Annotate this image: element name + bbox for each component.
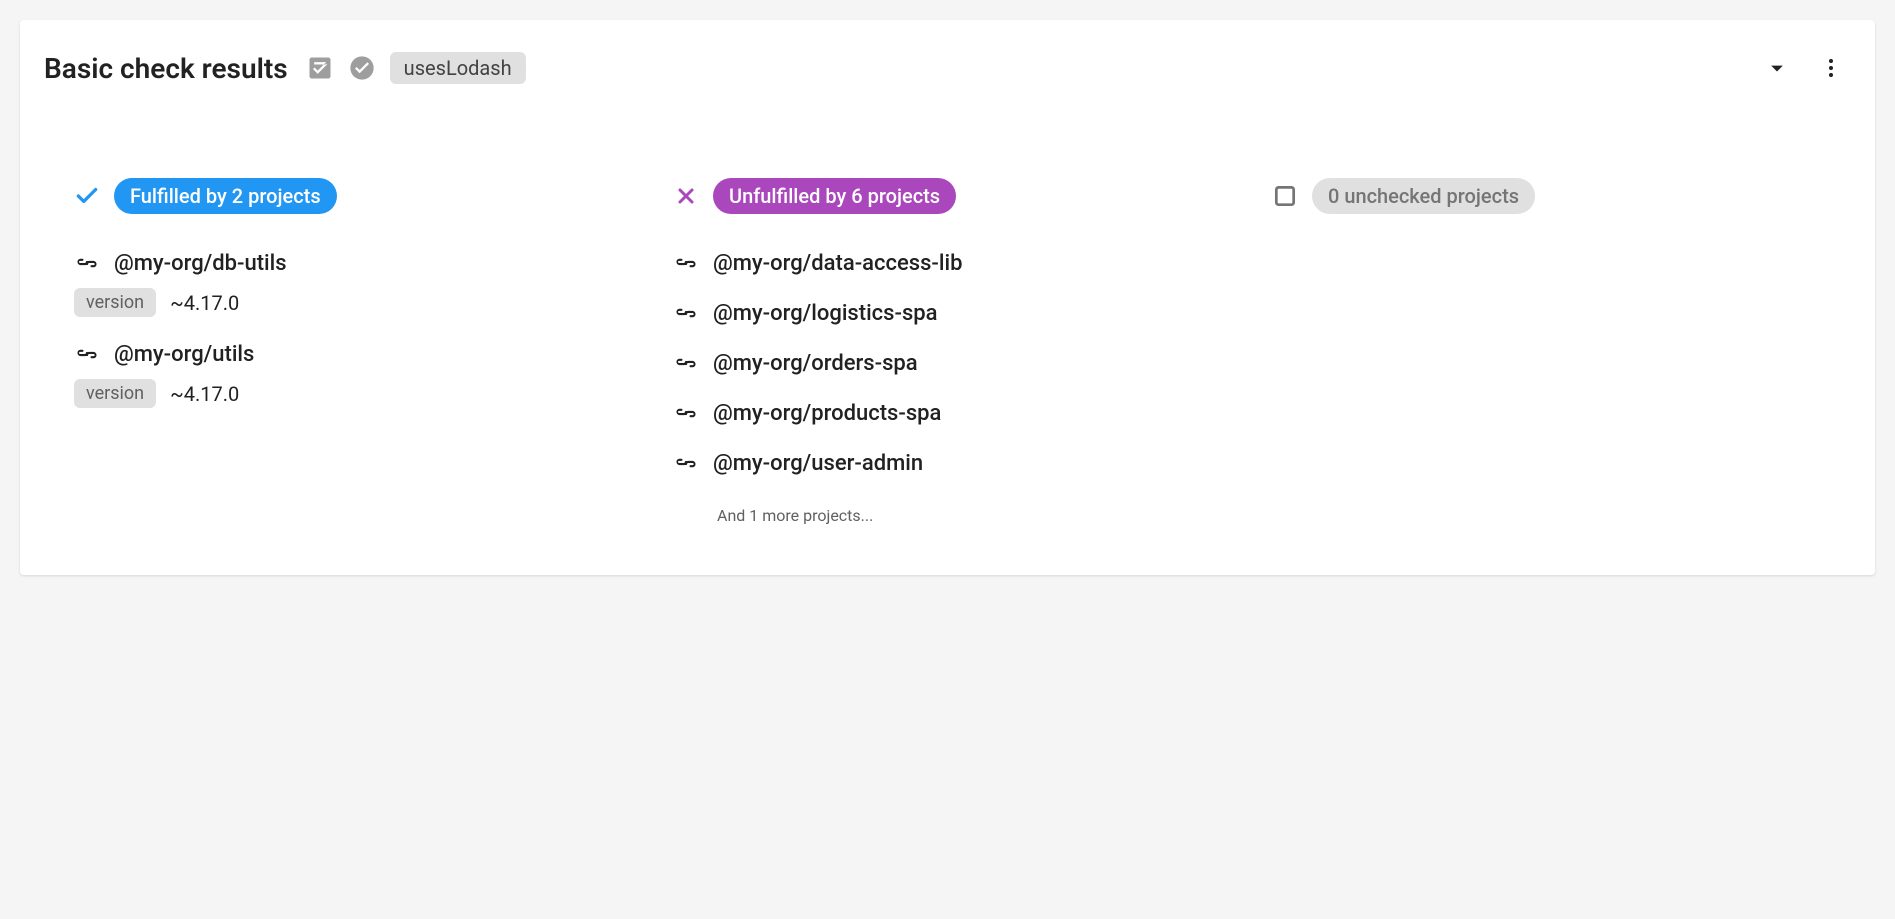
close-icon: [673, 183, 699, 209]
card-title: Basic check results: [44, 52, 292, 85]
project-item[interactable]: @my-org/products-spa: [673, 400, 1252, 426]
project-item[interactable]: @my-org/logistics-spa: [673, 300, 1252, 326]
fulfilled-badge: Fulfilled by 2 projects: [114, 178, 337, 214]
project-item[interactable]: @my-org/orders-spa: [673, 350, 1252, 376]
link-icon: [673, 400, 699, 426]
project-name: @my-org/utils: [114, 342, 254, 367]
chevron-down-icon: [1763, 54, 1791, 82]
link-icon: [673, 250, 699, 276]
check-results-card: Basic check results usesLodash: [20, 20, 1875, 575]
unfulfilled-badge: Unfulfilled by 6 projects: [713, 178, 956, 214]
unchecked-column: 0 unchecked projects: [1272, 178, 1851, 525]
more-menu-button[interactable]: [1811, 48, 1851, 88]
project-meta: version ~4.17.0: [74, 379, 653, 408]
project-name: @my-org/orders-spa: [713, 351, 918, 376]
link-icon: [74, 341, 100, 367]
project-item[interactable]: @my-org/utils: [74, 341, 653, 367]
checkbox-outline-icon: [1272, 183, 1298, 209]
version-value: ~4.17.0: [170, 382, 239, 406]
unfulfilled-column: Unfulfilled by 6 projects @my-org/data-a…: [673, 178, 1252, 525]
project-name: @my-org/user-admin: [713, 451, 923, 476]
check-icon: [74, 183, 100, 209]
project-meta: version ~4.17.0: [74, 288, 653, 317]
project-name: @my-org/products-spa: [713, 401, 941, 426]
link-icon: [673, 300, 699, 326]
verified-icon: [348, 54, 376, 82]
link-icon: [74, 250, 100, 276]
expand-toggle-button[interactable]: [1757, 48, 1797, 88]
more-vert-icon: [1819, 56, 1843, 80]
project-item[interactable]: @my-org/data-access-lib: [673, 250, 1252, 276]
unchecked-header: 0 unchecked projects: [1272, 178, 1851, 214]
check-tag: usesLodash: [390, 52, 526, 84]
project-name: @my-org/logistics-spa: [713, 301, 938, 326]
project-item[interactable]: @my-org/db-utils: [74, 250, 653, 276]
project-item[interactable]: @my-org/user-admin: [673, 450, 1252, 476]
checklist-icon: [306, 54, 334, 82]
card-header: Basic check results usesLodash: [44, 48, 1851, 88]
results-columns: Fulfilled by 2 projects @my-org/db-utils…: [44, 178, 1851, 525]
more-projects-text[interactable]: And 1 more projects...: [717, 506, 1252, 525]
fulfilled-column: Fulfilled by 2 projects @my-org/db-utils…: [74, 178, 653, 525]
project-name: @my-org/db-utils: [114, 251, 287, 276]
project-name: @my-org/data-access-lib: [713, 251, 963, 276]
link-icon: [673, 450, 699, 476]
link-icon: [673, 350, 699, 376]
version-value: ~4.17.0: [170, 291, 239, 315]
unchecked-badge: 0 unchecked projects: [1312, 178, 1535, 214]
version-label: version: [74, 288, 156, 317]
fulfilled-header: Fulfilled by 2 projects: [74, 178, 653, 214]
unfulfilled-header: Unfulfilled by 6 projects: [673, 178, 1252, 214]
version-label: version: [74, 379, 156, 408]
